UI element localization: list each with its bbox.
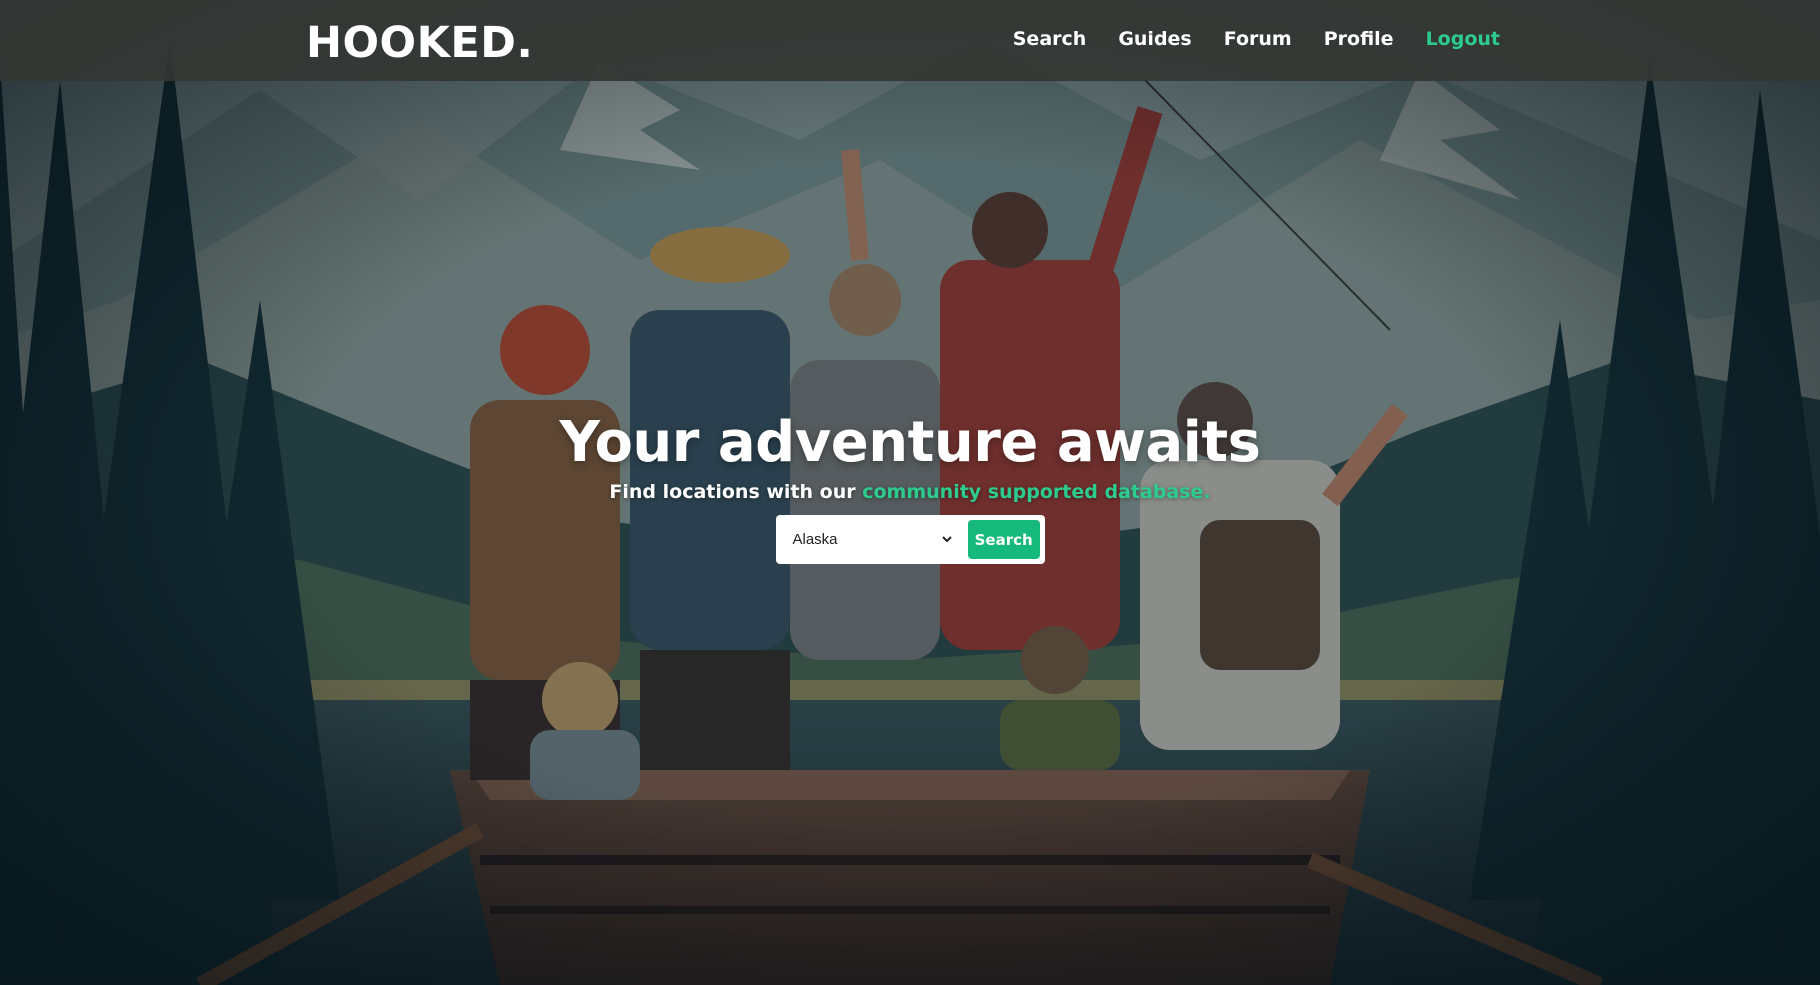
nav-link-profile[interactable]: Profile [1324, 28, 1394, 50]
community-database-link[interactable]: community supported database. [862, 481, 1210, 503]
chevron-down-icon [942, 536, 952, 543]
nav-link-logout[interactable]: Logout [1426, 28, 1500, 50]
location-select[interactable]: Alaska [781, 520, 960, 559]
brand-logo[interactable]: HOOKED. [306, 18, 533, 68]
location-search-form: Alaska Search [775, 515, 1045, 564]
hero-title: Your adventure awaits [559, 410, 1261, 475]
hero-section: Your adventure awaits Find locations wit… [0, 410, 1820, 564]
nav-links: Search Guides Forum Profile Logout [1013, 28, 1500, 50]
top-navbar: HOOKED. Search Guides Forum Profile Logo… [0, 0, 1820, 81]
nav-link-guides[interactable]: Guides [1118, 28, 1191, 50]
nav-link-forum[interactable]: Forum [1224, 28, 1292, 50]
hero-subtitle: Find locations with our community suppor… [0, 481, 1820, 503]
nav-link-search[interactable]: Search [1013, 28, 1087, 50]
landing-page: HOOKED. Search Guides Forum Profile Logo… [0, 0, 1820, 985]
location-select-value: Alaska [792, 531, 838, 548]
search-button[interactable]: Search [967, 520, 1040, 559]
hero-subtitle-text: Find locations with our [609, 481, 863, 503]
